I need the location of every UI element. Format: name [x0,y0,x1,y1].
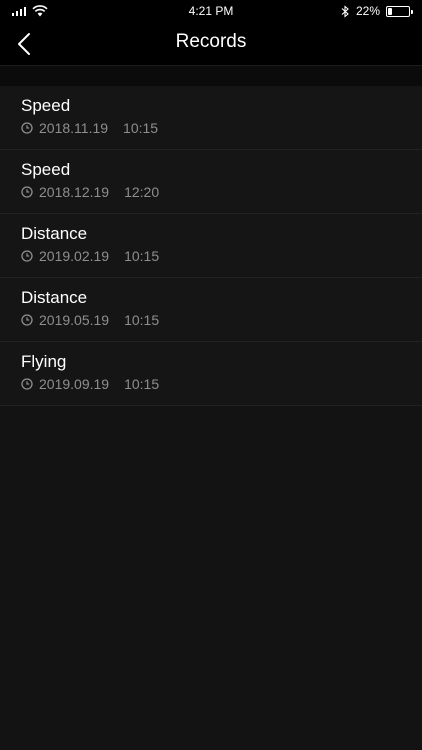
clock-icon [21,314,33,326]
battery-percentage: 22% [355,4,380,18]
clock-icon [21,250,33,262]
header-divider [0,66,422,86]
navigation-bar: Records [0,22,422,66]
record-title: Distance [21,288,88,307]
record-date: 2018.11.19 [39,120,109,136]
clock-icon [21,378,33,390]
battery-fill [388,7,392,15]
record-item[interactable]: Speed 2018.11.19 10:15 [0,86,422,150]
record-time: 10:15 [124,376,160,392]
status-right: 22% [340,4,413,18]
record-meta: 2018.12.19 12:20 [21,184,159,200]
record-item[interactable]: Speed 2018.12.19 12:20 [0,150,422,214]
record-meta: 2019.05.19 10:15 [21,312,159,328]
record-time: 12:20 [124,184,160,200]
clock-icon [21,122,33,134]
record-title: Distance [21,224,88,243]
record-time: 10:15 [124,248,160,264]
record-meta: 2019.09.19 10:15 [21,376,159,392]
records-screen: 4:21 PM 22% Records Speed 2018.11.19 10:… [0,0,422,750]
battery-icon [386,5,413,17]
battery-nub [411,9,413,14]
record-title: Speed [21,96,71,115]
record-date: 2019.02.19 [39,248,110,264]
clock-icon [21,186,33,198]
record-title: Flying [21,352,67,371]
record-date: 2019.09.19 [39,376,110,392]
record-date: 2019.05.19 [39,312,110,328]
records-list: Speed 2018.11.19 10:15 Speed 2018.12.19 … [0,86,422,406]
record-item[interactable]: Flying 2019.09.19 10:15 [0,342,422,406]
page-title: Records [175,31,247,52]
bluetooth-icon [341,4,349,18]
record-title: Speed [21,160,71,179]
record-date: 2018.12.19 [39,184,110,200]
record-item[interactable]: Distance 2019.02.19 10:15 [0,214,422,278]
record-meta: 2019.02.19 10:15 [21,248,159,264]
record-item[interactable]: Distance 2019.05.19 10:15 [0,278,422,342]
status-bar: 4:21 PM 22% [0,0,422,22]
record-meta: 2018.11.19 10:15 [21,120,158,136]
record-time: 10:15 [124,312,160,328]
record-time: 10:15 [123,120,159,136]
